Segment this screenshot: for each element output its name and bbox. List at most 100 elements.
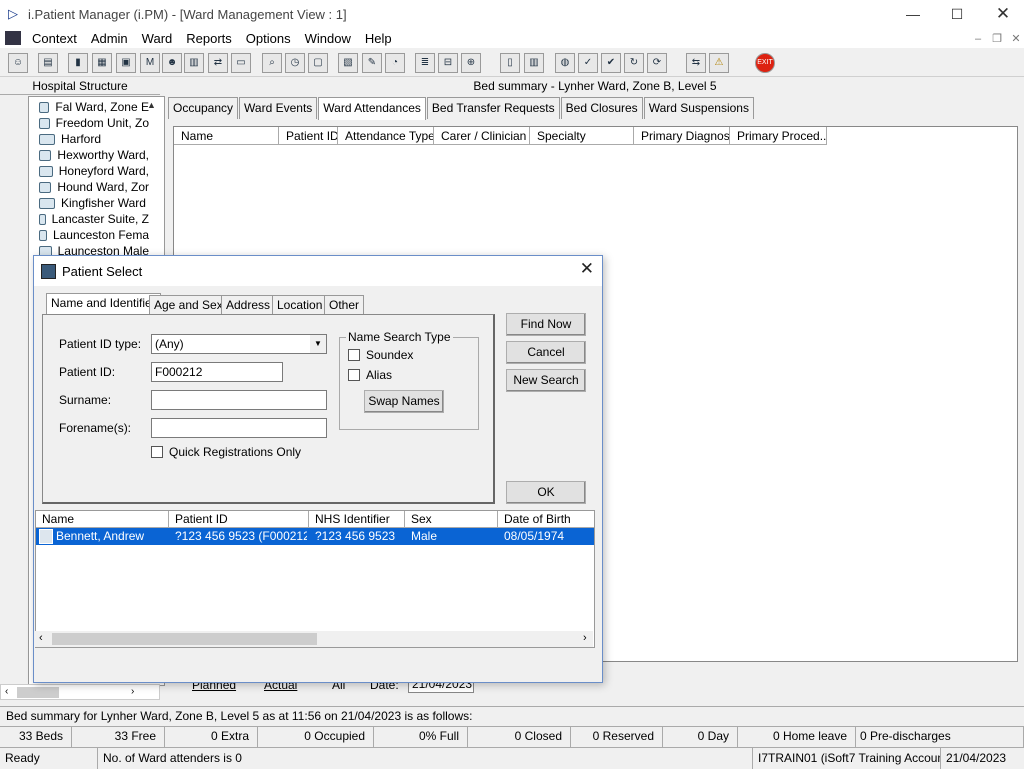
scroll-up-icon[interactable]: ▲: [147, 100, 157, 112]
dialog-close-icon[interactable]: ✕: [580, 259, 594, 279]
sync-icon[interactable]: ⟳: [647, 53, 667, 73]
scroll-thumb[interactable]: [17, 687, 59, 698]
tree-item[interactable]: Kingfisher Ward: [39, 195, 149, 211]
check-list-icon[interactable]: ✔: [601, 53, 621, 73]
tree-item[interactable]: Honeyford Ward,: [39, 163, 149, 179]
maximize-button[interactable]: ☐: [934, 0, 980, 28]
tab-name-and-identifier[interactable]: Name and Identifier: [46, 293, 161, 316]
menu-window[interactable]: Window: [298, 31, 358, 46]
cancel-button[interactable]: Cancel: [506, 341, 586, 364]
menu-context[interactable]: Context: [25, 31, 84, 46]
find-now-button[interactable]: Find Now: [506, 313, 586, 336]
column-header[interactable]: Patient ID: [169, 511, 309, 528]
mdi-restore-button[interactable]: ❐: [989, 32, 1005, 46]
column-header[interactable]: Name: [174, 127, 279, 145]
mail-icon[interactable]: M: [140, 53, 160, 73]
swap-names-button[interactable]: Swap Names: [364, 390, 444, 413]
patient-id-input[interactable]: F000212: [151, 362, 283, 382]
admit-icon[interactable]: ⊕: [461, 53, 481, 73]
dropdown-arrow-icon[interactable]: ▼: [310, 335, 326, 353]
menu-ward[interactable]: Ward: [135, 31, 180, 46]
archive-icon[interactable]: ▦: [92, 53, 112, 73]
menu-help[interactable]: Help: [358, 31, 399, 46]
soundex-checkbox[interactable]: [348, 349, 360, 361]
tab-bed-transfer-requests[interactable]: Bed Transfer Requests: [426, 97, 560, 119]
search-record-icon[interactable]: ⌕: [262, 53, 282, 73]
monitor-icon[interactable]: ▣: [116, 53, 136, 73]
tree-horizontal-scrollbar[interactable]: ‹ ›: [0, 684, 160, 700]
tab-ward-events[interactable]: Ward Events: [239, 97, 318, 119]
quick-registrations-checkbox[interactable]: [151, 446, 163, 458]
tab-occupancy[interactable]: Occupancy: [168, 97, 239, 119]
page-icon[interactable]: ▯: [500, 53, 520, 73]
exit-icon[interactable]: EXIT: [755, 53, 775, 73]
bed-icon[interactable]: ▭: [231, 53, 251, 73]
person-icon[interactable]: ☻: [162, 53, 182, 73]
menu-admin[interactable]: Admin: [84, 31, 135, 46]
column-header[interactable]: Primary Diagnosis: [634, 127, 730, 145]
tree-item[interactable]: Launceston Fema: [39, 227, 149, 243]
table-row[interactable]: Bennett, Andrew ?123 456 9523 (F000212) …: [36, 528, 594, 545]
surname-input[interactable]: [151, 390, 327, 410]
list-icon[interactable]: ≣: [415, 53, 435, 73]
refresh-green-icon[interactable]: ↻: [624, 53, 644, 73]
bar-chart-icon[interactable]: ▥: [524, 53, 544, 73]
tab-bed-closures[interactable]: Bed Closures: [560, 97, 643, 119]
scroll-thumb[interactable]: [52, 633, 317, 645]
user-icon[interactable]: ☺: [8, 53, 28, 73]
column-header[interactable]: Carer / Clinician: [434, 127, 530, 145]
scroll-right-icon[interactable]: ›: [131, 686, 134, 697]
tab-ward-suspensions[interactable]: Ward Suspensions: [643, 97, 754, 119]
clock-icon[interactable]: ◷: [285, 53, 305, 73]
globe-icon[interactable]: ◍: [555, 53, 575, 73]
mdi-close-button[interactable]: ✕: [1008, 32, 1024, 46]
scroll-left-icon[interactable]: ‹: [5, 686, 8, 697]
mdi-minimize-button[interactable]: –: [970, 32, 986, 46]
tab-other[interactable]: Other: [324, 295, 365, 315]
column-header[interactable]: Patient ID: [279, 127, 338, 145]
tab-age-and-sex[interactable]: Age and Sex: [149, 295, 228, 315]
column-header[interactable]: Attendance Type: [338, 127, 434, 145]
tree-item[interactable]: Hexworthy Ward,: [39, 147, 149, 163]
column-header[interactable]: Date of Birth: [498, 511, 594, 528]
tree-item[interactable]: Harford: [39, 131, 149, 147]
book-icon[interactable]: ▮: [68, 53, 88, 73]
patient-id-type-select[interactable]: (Any) ▼: [151, 334, 327, 354]
close-button[interactable]: ✕: [980, 0, 1024, 28]
column-header[interactable]: Sex: [405, 511, 498, 528]
menu-reports[interactable]: Reports: [179, 31, 239, 46]
document-icon[interactable]: [5, 31, 21, 45]
scroll-left-icon[interactable]: ‹: [39, 632, 43, 644]
tree-item[interactable]: Freedom Unit, Zo: [39, 115, 149, 131]
check-down-icon[interactable]: ✓: [578, 53, 598, 73]
tree-item[interactable]: Hound Ward, Zor: [39, 179, 149, 195]
results-horizontal-scrollbar[interactable]: ‹ ›: [35, 631, 593, 647]
tree-item[interactable]: Fal Ward, Zone E: [39, 99, 149, 115]
column-header[interactable]: Primary Proced...: [730, 127, 827, 145]
alias-checkbox[interactable]: [348, 369, 360, 381]
column-header[interactable]: Specialty: [530, 127, 634, 145]
ok-button[interactable]: OK: [506, 481, 586, 504]
bed-transfer-icon[interactable]: ⇄: [208, 53, 228, 73]
minimize-button[interactable]: —: [890, 0, 936, 28]
tree-item[interactable]: Lancaster Suite, Z: [39, 211, 149, 227]
menu-options[interactable]: Options: [239, 31, 298, 46]
column-header[interactable]: Name: [36, 511, 169, 528]
warning-icon[interactable]: ⚠: [709, 53, 729, 73]
column-header[interactable]: NHS Identifier: [309, 511, 405, 528]
tab-location[interactable]: Location: [272, 295, 328, 315]
new-search-button[interactable]: New Search: [506, 369, 586, 392]
scroll-right-icon[interactable]: ›: [583, 632, 587, 644]
tab-address[interactable]: Address: [221, 295, 276, 315]
screen-icon[interactable]: ▢: [308, 53, 328, 73]
notes-icon[interactable]: ✎: [362, 53, 382, 73]
forename-input[interactable]: [151, 418, 327, 438]
transport-icon[interactable]: ⊟: [438, 53, 458, 73]
form-icon[interactable]: ▥: [184, 53, 204, 73]
patient-results-list[interactable]: Name Patient ID NHS Identifier Sex Date …: [35, 510, 595, 648]
tab-ward-attendances[interactable]: Ward Attendances: [318, 97, 426, 120]
print-icon[interactable]: ▤: [38, 53, 58, 73]
swap-icon[interactable]: ⇆: [686, 53, 706, 73]
timer-icon[interactable]: ◔: [385, 53, 405, 73]
chart-icon[interactable]: ▧: [338, 53, 358, 73]
